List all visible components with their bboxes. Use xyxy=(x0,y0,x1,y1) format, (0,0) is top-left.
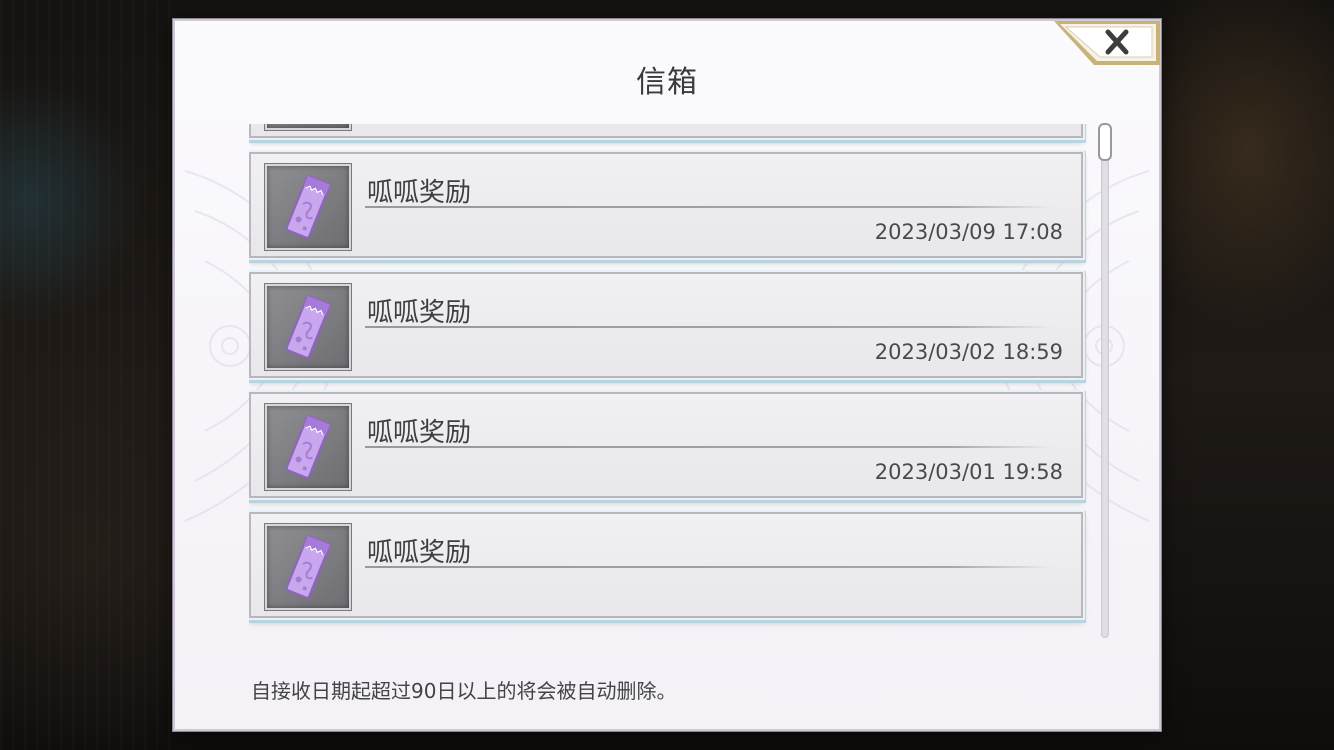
mail-date: 2023/03/02 18:59 xyxy=(874,340,1063,364)
divider xyxy=(365,326,1053,328)
mail-item[interactable]: 呱呱奖励 xyxy=(249,512,1083,618)
purple-ticket-icon xyxy=(265,404,351,490)
mail-item[interactable]: 呱呱奖励 2023/03/12 10:26 xyxy=(249,124,1083,138)
divider xyxy=(365,206,1053,208)
mail-title: 呱呱奖励 xyxy=(367,298,472,328)
mail-date: 2023/03/01 19:58 xyxy=(874,460,1063,484)
dialog-title: 信箱 xyxy=(636,65,698,100)
scrollbar[interactable] xyxy=(1098,123,1112,638)
divider xyxy=(365,566,1053,568)
mail-title: 呱呱奖励 xyxy=(367,178,472,208)
divider xyxy=(365,446,1053,448)
mailbox-dialog: 信箱 呱呱奖励 2023/03/12 10:26 xyxy=(173,19,1161,731)
mail-title: 呱呱奖励 xyxy=(367,418,472,448)
mail-item[interactable]: 呱呱奖励 2023/03/02 18:59 xyxy=(249,272,1083,378)
close-x-icon xyxy=(1054,21,1160,65)
close-button[interactable] xyxy=(1052,19,1162,67)
auto-delete-notice: 自接收日期起超过90日以上的将会被自动删除。 xyxy=(251,679,677,703)
purple-ticket-icon xyxy=(265,164,351,250)
scrollbar-thumb[interactable] xyxy=(1098,123,1112,161)
purple-ticket-icon xyxy=(265,284,351,370)
purple-ticket-icon xyxy=(265,124,351,130)
mail-title: 呱呱奖励 xyxy=(367,538,472,568)
purple-ticket-icon xyxy=(265,524,351,610)
mail-list[interactable]: 呱呱奖励 2023/03/12 10:26 呱呱奖励 2023/03/09 17… xyxy=(249,124,1089,640)
mail-item[interactable]: 呱呱奖励 2023/03/09 17:08 xyxy=(249,152,1083,258)
mail-item[interactable]: 呱呱奖励 2023/03/01 19:58 xyxy=(249,392,1083,498)
background-texture xyxy=(0,0,174,750)
mail-date: 2023/03/09 17:08 xyxy=(874,220,1063,244)
